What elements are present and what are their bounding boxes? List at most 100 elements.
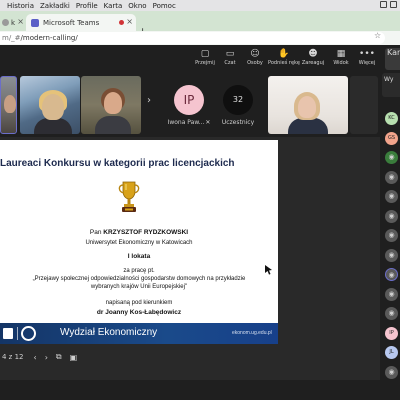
participant-video: [95, 116, 131, 134]
bookmark-star-icon[interactable]: ☆: [374, 31, 381, 40]
rail-avatar[interactable]: ◉: [385, 229, 398, 242]
tab-close-icon[interactable]: ×: [126, 17, 133, 26]
person-icon: ◉: [388, 250, 395, 259]
faculty-name: Wydział Ekonomiczny: [60, 327, 158, 338]
menu-profile[interactable]: Profile: [76, 2, 98, 10]
mic-off-icon: ✕: [205, 119, 211, 126]
camera-button[interactable]: Kam: [385, 48, 400, 70]
rail-avatar[interactable]: ◉: [385, 248, 398, 262]
teams-meeting-window: Historia Zakładki Profile Karta Okno Pom…: [0, 0, 400, 400]
participant-video: [42, 94, 64, 120]
participant-gallery: › IP Iwona Paw...✕ 32 Uczestnicy: [0, 73, 400, 137]
video-tile[interactable]: [350, 76, 378, 134]
react-icon: ☻: [308, 49, 318, 59]
participant-video: [104, 92, 122, 114]
browser-tab[interactable]: k ×: [0, 14, 26, 31]
name-prefix: Pan: [89, 229, 104, 236]
sync-slides-icon[interactable]: ⧉: [56, 352, 62, 362]
menu-status-icons: [380, 1, 397, 8]
rail-avatar[interactable]: JL: [385, 346, 398, 359]
rail-panel-header[interactable]: Wy: [382, 73, 400, 97]
status-icon[interactable]: [380, 1, 387, 8]
bottom-status-bar: [0, 380, 380, 400]
rail-avatar[interactable]: ◉: [385, 190, 398, 203]
people-icon: ☺: [250, 49, 260, 59]
person-icon: ◉: [388, 367, 395, 376]
url-field[interactable]: m/_#/modern-calling/: [0, 32, 385, 44]
mouse-cursor-icon: [265, 265, 272, 275]
more-label: Więcej: [358, 60, 376, 66]
tab-close-icon[interactable]: ×: [17, 17, 24, 26]
for-work-label: za pracę pt.: [123, 268, 155, 274]
people-button[interactable]: ☺ Osoby: [243, 49, 267, 67]
laureate-university: Uniwersytet Ekonomiczny w Katowicach: [85, 240, 193, 246]
participants-rail: Wy KC GS ◉ ◉ ◉ ◉ ◉ ◉ ◉ ◉ ◉ IP JL ◉: [380, 73, 400, 400]
view-icon: ▦: [336, 49, 346, 59]
participant-tile-iwona[interactable]: IP Iwona Paw...✕: [163, 76, 215, 134]
rail-avatar[interactable]: GS: [385, 131, 398, 145]
gallery-next-icon[interactable]: ›: [147, 95, 151, 106]
tab-title: Microsoft Teams: [43, 18, 100, 27]
faculty-url: ekonom.ug.edu.pl: [232, 330, 272, 336]
university-logo-icon: [3, 328, 13, 339]
shared-content-stage: Laureaci Konkursu w kategorii prac licen…: [0, 137, 380, 380]
video-tile[interactable]: [20, 76, 80, 134]
prev-slide-button[interactable]: ‹: [34, 353, 37, 362]
university-seal-icon: [21, 326, 36, 341]
rail-avatar[interactable]: ◉: [385, 151, 398, 164]
meeting-toolbar: ▢ Przejmij ▭ Czat ☺ Osoby ✋ Podnieś rękę…: [0, 45, 400, 73]
video-tile[interactable]: [0, 76, 17, 134]
more-icon: •••: [359, 49, 375, 59]
more-button[interactable]: ••• Więcej: [355, 49, 379, 67]
footer-divider: [17, 327, 18, 340]
award-place: I lokata: [127, 253, 151, 260]
status-icon[interactable]: [390, 1, 397, 8]
view-button[interactable]: ▦ Widok: [329, 49, 353, 67]
rail-avatar[interactable]: ◉: [385, 170, 398, 184]
participants-label: Uczestnicy: [221, 119, 255, 126]
rail-avatar[interactable]: ◉: [385, 209, 398, 223]
menu-zakladki[interactable]: Zakładki: [40, 2, 70, 10]
menu-okno[interactable]: Okno: [128, 2, 146, 10]
laureate-name-line: Pan KRZYSZTOF RYDZKOWSKI: [0, 229, 278, 236]
menu-karta[interactable]: Karta: [104, 2, 123, 10]
slide-counter: 4 z 12: [2, 353, 24, 361]
person-icon: ◉: [388, 309, 395, 317]
person-icon: ◉: [388, 271, 395, 279]
participants-overflow-tile[interactable]: 32 Uczestnicy: [212, 76, 264, 134]
laureate-name: KRZYSZTOF RYDZKOWSKI: [103, 229, 189, 236]
thesis-title-line-2: wybranych krajów Unii Europejskiej": [90, 284, 188, 290]
rail-avatar[interactable]: IP: [385, 326, 398, 340]
rail-avatar[interactable]: ◉: [385, 268, 398, 281]
raise-hand-button[interactable]: ✋ Podnieś rękę: [268, 49, 300, 67]
browser-tab-strip: k × Microsoft Teams × +: [0, 11, 400, 38]
video-tile[interactable]: [268, 76, 348, 134]
video-tile[interactable]: [81, 76, 141, 134]
person-icon: ◉: [388, 153, 395, 161]
person-icon: ◉: [388, 192, 395, 200]
rail-avatar[interactable]: ◉: [385, 287, 398, 301]
supervisor-name: dr Joanny Kos-Łabędowicz: [96, 309, 182, 316]
participant-video: [298, 96, 316, 118]
next-slide-button[interactable]: ›: [45, 353, 48, 362]
participant-name-row: Iwona Paw...✕: [163, 119, 215, 126]
tab-favicon-icon: [2, 19, 9, 26]
tab-title: k: [11, 18, 16, 27]
menu-pomoc[interactable]: Pomoc: [153, 2, 176, 10]
rail-avatar[interactable]: ◉: [385, 307, 398, 320]
slide-title: Laureaci Konkursu w kategorii prac licen…: [0, 158, 235, 169]
share-icon: ▢: [200, 49, 210, 59]
browser-tab-teams[interactable]: Microsoft Teams ×: [26, 14, 136, 31]
presenter-view-icon[interactable]: ▣: [70, 353, 78, 362]
recording-indicator-icon: [119, 20, 124, 25]
url-path: /modern-calling/: [20, 34, 78, 42]
mac-menu-bar: Historia Zakładki Profile Karta Okno Pom…: [0, 0, 400, 11]
person-icon: ◉: [388, 211, 395, 220]
react-button[interactable]: ☻ Zareaguj: [301, 49, 325, 67]
rail-avatar[interactable]: ◉: [385, 365, 398, 379]
menu-historia[interactable]: Historia: [7, 2, 34, 10]
camera-label: Kam: [387, 48, 400, 57]
teams-favicon-icon: [31, 18, 39, 27]
rail-avatar[interactable]: KC: [385, 112, 398, 125]
thesis-title-line-1: „Przejawy społecznej odpowiedzialności g…: [32, 276, 246, 282]
